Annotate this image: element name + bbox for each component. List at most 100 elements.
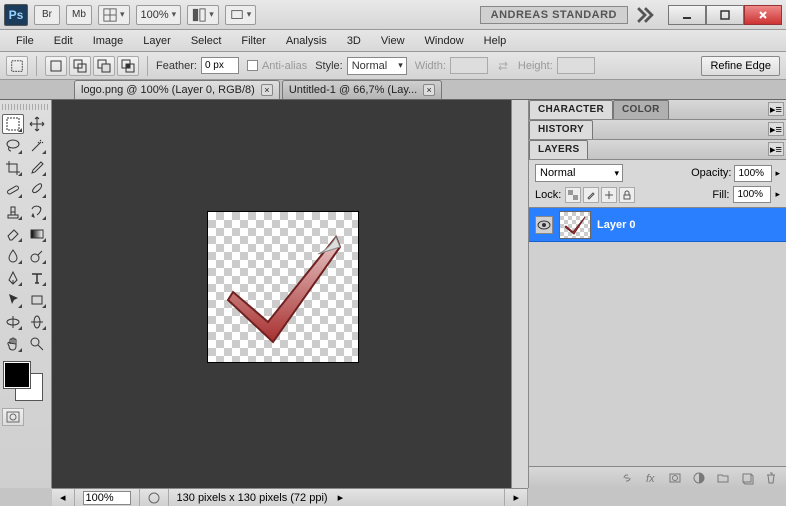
- tool-move[interactable]: [26, 114, 48, 134]
- adjustment-layer-icon[interactable]: [690, 470, 708, 486]
- tool-history-brush[interactable]: [26, 202, 48, 222]
- bridge-button[interactable]: Br: [34, 5, 60, 25]
- layer-name-label[interactable]: Layer 0: [597, 219, 636, 231]
- document-canvas[interactable]: [208, 212, 358, 362]
- panel-menu-icon[interactable]: ▸≡: [768, 122, 784, 136]
- tool-3d-camera[interactable]: [26, 312, 48, 332]
- menu-image[interactable]: Image: [83, 32, 134, 50]
- current-tool-preset[interactable]: [6, 56, 28, 76]
- tool-eyedropper[interactable]: [26, 158, 48, 178]
- lock-image[interactable]: [583, 187, 599, 203]
- document-tab-active[interactable]: logo.png @ 100% (Layer 0, RGB/8) ×: [74, 80, 280, 99]
- tool-type[interactable]: [26, 268, 48, 288]
- tab-color[interactable]: COLOR: [613, 100, 669, 119]
- new-group-icon[interactable]: [714, 470, 732, 486]
- tool-healing-brush[interactable]: [2, 180, 24, 200]
- tool-crop[interactable]: [2, 158, 24, 178]
- tab-layers[interactable]: LAYERS: [529, 140, 588, 159]
- panel-menu-icon[interactable]: ▸≡: [768, 142, 784, 156]
- selection-new[interactable]: [45, 56, 67, 76]
- opacity-flyout-icon[interactable]: ▸: [775, 168, 780, 179]
- tool-marquee[interactable]: [2, 114, 24, 134]
- link-layers-icon[interactable]: [618, 470, 636, 486]
- tool-hand[interactable]: [2, 334, 24, 354]
- brush-small-icon: [586, 190, 596, 200]
- layer-style-icon[interactable]: fx: [642, 470, 660, 486]
- menu-filter[interactable]: Filter: [231, 32, 275, 50]
- lock-transparency[interactable]: [565, 187, 581, 203]
- close-button[interactable]: [744, 5, 782, 25]
- tool-blur[interactable]: [2, 246, 24, 266]
- selection-subtract[interactable]: [93, 56, 115, 76]
- tool-magic-wand[interactable]: [26, 136, 48, 156]
- tab-close-icon[interactable]: ×: [261, 84, 273, 96]
- blend-mode-select[interactable]: Normal: [535, 164, 623, 182]
- menu-analysis[interactable]: Analysis: [276, 32, 337, 50]
- selection-add[interactable]: [69, 56, 91, 76]
- menu-view[interactable]: View: [371, 32, 415, 50]
- selection-intersect[interactable]: [117, 56, 139, 76]
- workspace-switcher[interactable]: ANDREAS STANDARD: [480, 6, 628, 24]
- fill-input[interactable]: [733, 186, 771, 203]
- panel-menu-icon[interactable]: ▸≡: [768, 102, 784, 116]
- menu-file[interactable]: File: [6, 32, 44, 50]
- refine-edge-button[interactable]: Refine Edge: [701, 56, 780, 76]
- layer-mask-icon[interactable]: [666, 470, 684, 486]
- tab-character[interactable]: CHARACTER: [529, 100, 613, 119]
- maximize-button[interactable]: [706, 5, 744, 25]
- lock-position[interactable]: [601, 187, 617, 203]
- arrange-dropdown[interactable]: [187, 5, 219, 25]
- layer-thumbnail[interactable]: [559, 211, 591, 239]
- status-nav-left[interactable]: ◂: [52, 489, 75, 506]
- arrange-icon: [192, 8, 206, 22]
- minibridge-button[interactable]: Mb: [66, 5, 92, 25]
- toolbox-grip[interactable]: [2, 104, 49, 110]
- feather-input[interactable]: [201, 57, 239, 74]
- menu-select[interactable]: Select: [181, 32, 232, 50]
- quick-mask-toggle[interactable]: [2, 408, 24, 426]
- menu-help[interactable]: Help: [474, 32, 517, 50]
- menu-window[interactable]: Window: [415, 32, 474, 50]
- delete-layer-icon[interactable]: [762, 470, 780, 486]
- layer-row[interactable]: Layer 0: [529, 208, 786, 242]
- tool-pen[interactable]: [2, 268, 24, 288]
- status-zoom-input[interactable]: [83, 491, 131, 505]
- minimize-button[interactable]: [668, 5, 706, 25]
- tool-gradient[interactable]: [26, 224, 48, 244]
- menu-edit[interactable]: Edit: [44, 32, 83, 50]
- foreground-color[interactable]: [4, 362, 30, 388]
- height-label: Height:: [518, 60, 553, 72]
- workspace-expand[interactable]: [634, 5, 656, 25]
- layer-visibility-toggle[interactable]: [535, 216, 553, 234]
- color-swatches[interactable]: [2, 360, 48, 404]
- tool-shape[interactable]: [26, 290, 48, 310]
- screen-mode-dropdown[interactable]: [225, 5, 257, 25]
- lock-all[interactable]: [619, 187, 635, 203]
- tool-zoom[interactable]: [26, 334, 48, 354]
- style-select[interactable]: Normal: [347, 57, 407, 75]
- tool-dodge[interactable]: [26, 246, 48, 266]
- menu-3d[interactable]: 3D: [337, 32, 371, 50]
- tool-brush[interactable]: [26, 180, 48, 200]
- canvas-content-checkmark: [218, 222, 348, 352]
- new-layer-icon[interactable]: [738, 470, 756, 486]
- tool-path-selection[interactable]: [2, 290, 24, 310]
- vertical-scrollbar[interactable]: [511, 100, 528, 488]
- tool-eraser[interactable]: [2, 224, 24, 244]
- view-extras-dropdown[interactable]: [98, 5, 130, 25]
- status-profile-icon[interactable]: [140, 489, 169, 506]
- document-tab[interactable]: Untitled-1 @ 66,7% (Lay... ×: [282, 80, 442, 99]
- opacity-input[interactable]: [734, 165, 772, 182]
- tool-lasso[interactable]: [2, 136, 24, 156]
- layers-list[interactable]: Layer 0: [529, 208, 786, 466]
- tab-close-icon[interactable]: ×: [423, 84, 435, 96]
- tab-history[interactable]: HISTORY: [529, 120, 593, 139]
- status-nav-right[interactable]: ▸: [505, 489, 528, 506]
- menu-layer[interactable]: Layer: [133, 32, 181, 50]
- tool-clone-stamp[interactable]: [2, 202, 24, 222]
- status-doc-info[interactable]: 130 pixels x 130 pixels (72 ppi) ▸: [169, 489, 506, 506]
- fill-flyout-icon[interactable]: ▸: [775, 189, 780, 200]
- tool-3d-rotate[interactable]: [2, 312, 24, 332]
- canvas-area[interactable]: [52, 100, 528, 488]
- zoom-dropdown[interactable]: 100%: [136, 5, 182, 25]
